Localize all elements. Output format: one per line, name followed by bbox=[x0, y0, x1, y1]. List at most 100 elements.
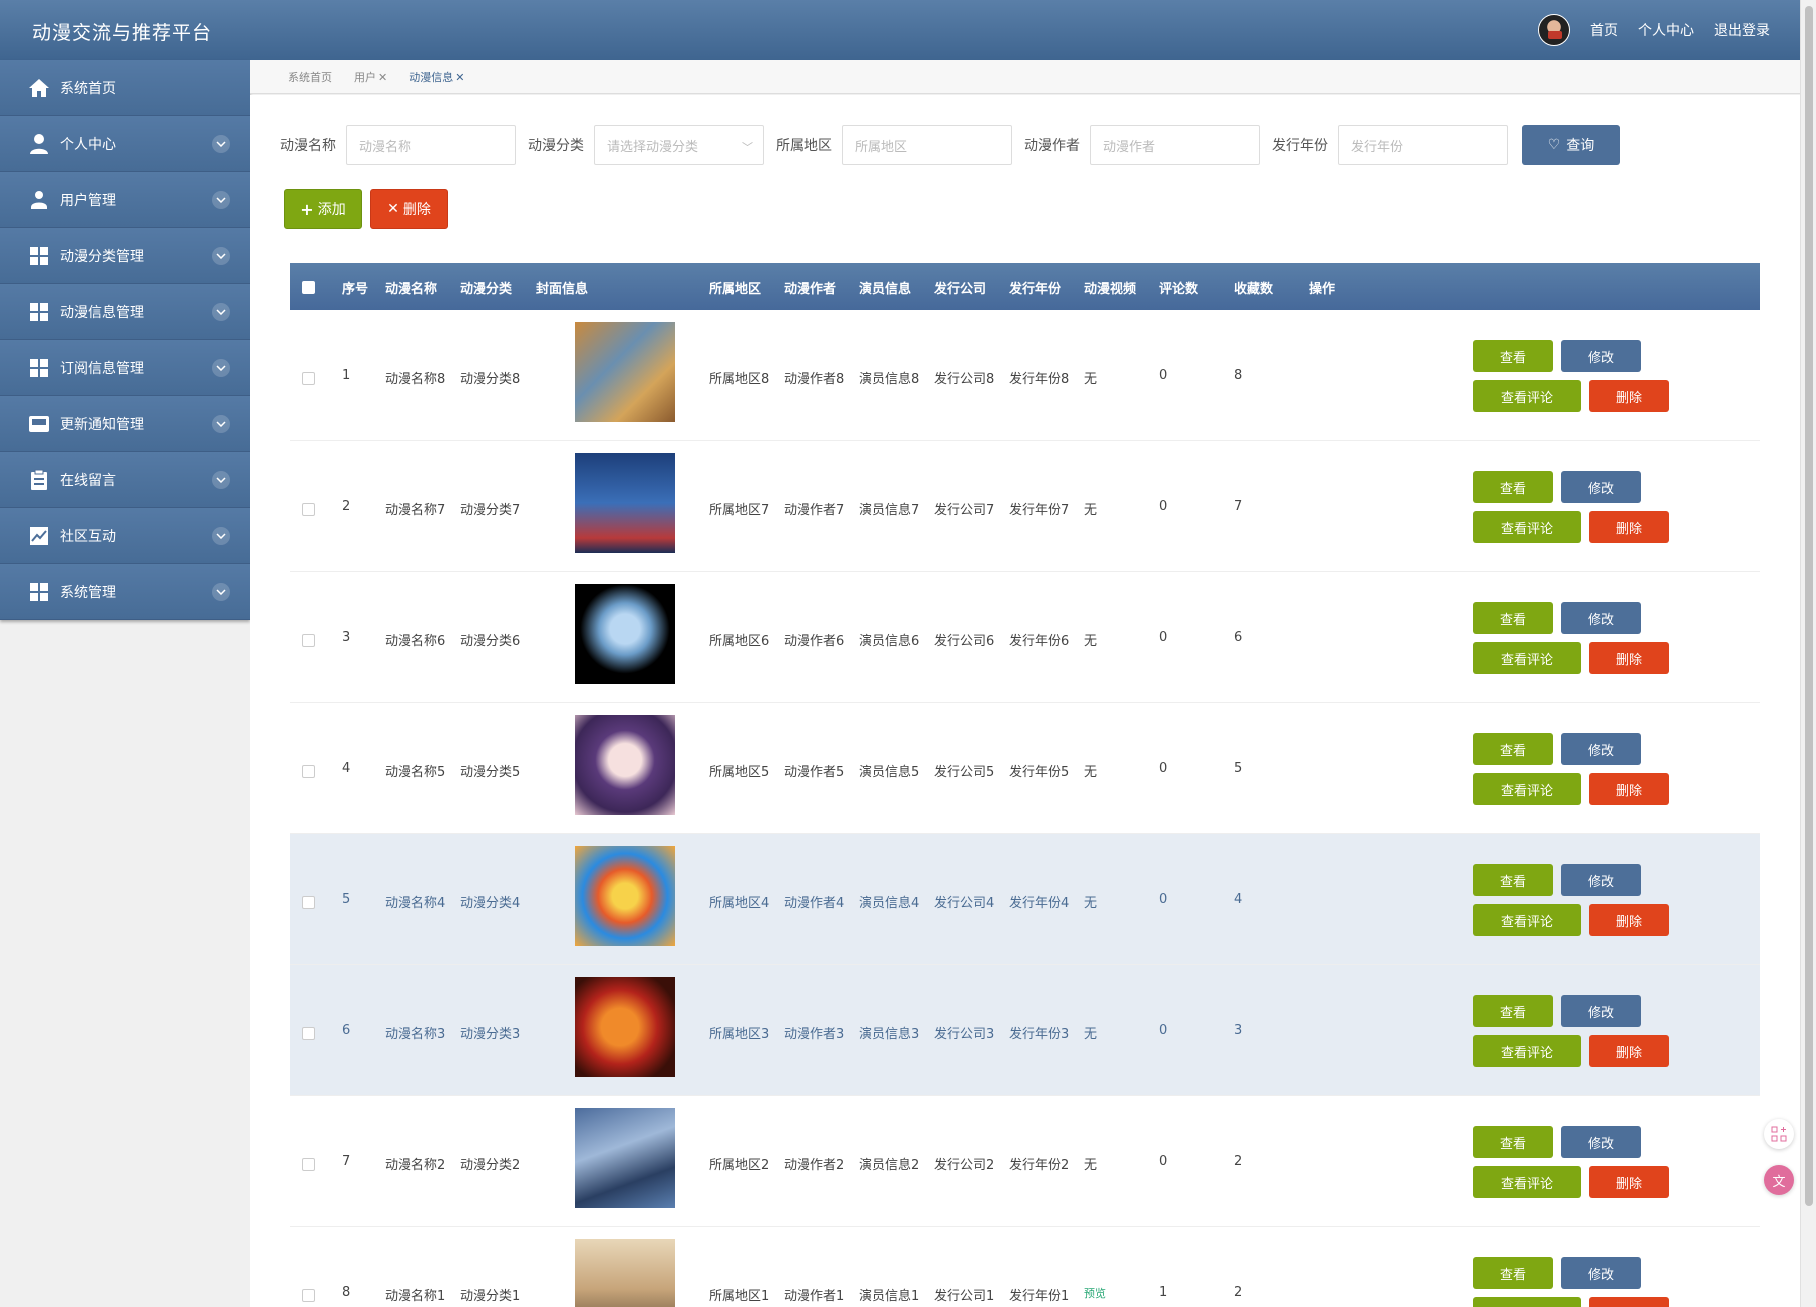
cell-author: 动漫作者3 bbox=[784, 1027, 845, 1042]
row-checkbox[interactable] bbox=[302, 634, 315, 647]
apps-icon[interactable] bbox=[1764, 1119, 1794, 1149]
delete-row-button[interactable]: 删除 bbox=[1589, 511, 1669, 543]
view-button[interactable]: 查看 bbox=[1473, 471, 1553, 503]
sidebar-item-anime-info[interactable]: 动漫信息管理 bbox=[0, 284, 250, 340]
cell-region: 所属地区3 bbox=[709, 1027, 770, 1042]
name-input[interactable]: 动漫名称 bbox=[346, 125, 516, 165]
user-icon bbox=[28, 133, 50, 155]
view-button[interactable]: 查看 bbox=[1473, 1126, 1553, 1158]
row-checkbox[interactable] bbox=[302, 1158, 315, 1171]
tab-home[interactable]: 系统首页 bbox=[288, 69, 332, 85]
row-checkbox[interactable] bbox=[302, 503, 315, 516]
avatar[interactable] bbox=[1538, 14, 1570, 46]
view-comments-button[interactable]: 查看评论 bbox=[1473, 904, 1581, 936]
view-comments-button[interactable]: 查看评论 bbox=[1473, 773, 1581, 805]
delete-row-button[interactable]: 删除 bbox=[1589, 1035, 1669, 1067]
chevron-down-icon[interactable] bbox=[212, 359, 230, 377]
sidebar-item-system[interactable]: 系统管理 bbox=[0, 564, 250, 620]
view-comments-button[interactable]: 查看评论 bbox=[1473, 380, 1581, 412]
close-icon[interactable]: ✕ bbox=[455, 71, 464, 84]
category-select[interactable]: 请选择动漫分类 ﹀ bbox=[594, 125, 764, 165]
sidebar-item-home[interactable]: 系统首页 bbox=[0, 60, 250, 116]
cell-category: 动漫分类4 bbox=[460, 896, 521, 911]
table-row: 1 动漫名称8 动漫分类8 所属地区8 动漫作者8 演员信息8 发行公司8 发行年份8 无 0 8 查… bbox=[290, 310, 1760, 441]
tab-anime-info[interactable]: 动漫信息 ✕ bbox=[409, 69, 464, 85]
view-button[interactable]: 查看 bbox=[1473, 602, 1553, 634]
cell-video[interactable]: 预览 bbox=[1084, 1285, 1106, 1301]
view-comments-button[interactable]: 查看评论 bbox=[1473, 1166, 1581, 1198]
add-button[interactable]: + 添加 bbox=[284, 189, 362, 229]
query-button[interactable]: ♡ 查询 bbox=[1522, 125, 1620, 165]
select-all-checkbox[interactable] bbox=[302, 281, 315, 294]
region-input[interactable]: 所属地区 bbox=[842, 125, 1012, 165]
year-input[interactable]: 发行年份 bbox=[1338, 125, 1508, 165]
cell-year: 发行年份8 bbox=[1009, 372, 1070, 387]
edit-button[interactable]: 修改 bbox=[1561, 864, 1641, 896]
sidebar-item-users[interactable]: 用户管理 bbox=[0, 172, 250, 228]
delete-row-button[interactable]: 删除 bbox=[1589, 642, 1669, 674]
edit-button[interactable]: 修改 bbox=[1561, 602, 1641, 634]
logout-link[interactable]: 退出登录 bbox=[1714, 20, 1770, 40]
view-comments-button[interactable]: 查看评论 bbox=[1473, 1035, 1581, 1067]
delete-row-button[interactable]: 删除 bbox=[1589, 1297, 1669, 1307]
sidebar-item-subscriptions[interactable]: 订阅信息管理 bbox=[0, 340, 250, 396]
view-button[interactable]: 查看 bbox=[1473, 864, 1553, 896]
edit-button[interactable]: 修改 bbox=[1561, 1126, 1641, 1158]
view-button[interactable]: 查看 bbox=[1473, 1257, 1553, 1289]
chevron-down-icon[interactable] bbox=[212, 303, 230, 321]
delete-button[interactable]: ✕ 删除 bbox=[370, 189, 448, 229]
cell-index: 1 bbox=[342, 368, 351, 383]
profile-link[interactable]: 个人中心 bbox=[1638, 20, 1694, 40]
view-comments-button[interactable]: 查看评论 bbox=[1473, 642, 1581, 674]
edit-button[interactable]: 修改 bbox=[1561, 733, 1641, 765]
chevron-down-icon[interactable] bbox=[212, 247, 230, 265]
app-title: 动漫交流与推荐平台 bbox=[32, 22, 213, 44]
cell-favorites: 3 bbox=[1234, 1023, 1243, 1038]
chevron-down-icon[interactable] bbox=[212, 583, 230, 601]
delete-row-button[interactable]: 删除 bbox=[1589, 904, 1669, 936]
sidebar-item-label: 订阅信息管理 bbox=[60, 360, 144, 377]
sidebar-item-notifications[interactable]: 更新通知管理 bbox=[0, 396, 250, 452]
edit-button[interactable]: 修改 bbox=[1561, 1257, 1641, 1289]
sidebar-item-community[interactable]: 社区互动 bbox=[0, 508, 250, 564]
cell-company: 发行公司1 bbox=[934, 1289, 995, 1304]
sidebar-item-messages[interactable]: 在线留言 bbox=[0, 452, 250, 508]
cell-comments: 0 bbox=[1159, 761, 1168, 776]
view-button[interactable]: 查看 bbox=[1473, 340, 1553, 372]
cell-favorites: 2 bbox=[1234, 1154, 1243, 1169]
scrollbar-thumb[interactable] bbox=[1805, 6, 1813, 1206]
close-icon[interactable]: ✕ bbox=[378, 71, 387, 84]
sidebar-item-profile[interactable]: 个人中心 bbox=[0, 116, 250, 172]
chevron-down-icon[interactable] bbox=[212, 527, 230, 545]
scrollbar[interactable] bbox=[1800, 0, 1816, 1307]
view-button[interactable]: 查看 bbox=[1473, 733, 1553, 765]
tab-user[interactable]: 用户 ✕ bbox=[354, 69, 387, 85]
cell-comments: 0 bbox=[1159, 1023, 1168, 1038]
row-checkbox[interactable] bbox=[302, 896, 315, 909]
row-checkbox[interactable] bbox=[302, 1289, 315, 1302]
row-checkbox[interactable] bbox=[302, 372, 315, 385]
view-comments-button[interactable]: 查看评论 bbox=[1473, 511, 1581, 543]
chevron-down-icon[interactable] bbox=[212, 191, 230, 209]
cell-company: 发行公司4 bbox=[934, 896, 995, 911]
cell-category: 动漫分类6 bbox=[460, 634, 521, 649]
delete-row-button[interactable]: 删除 bbox=[1589, 773, 1669, 805]
view-button[interactable]: 查看 bbox=[1473, 995, 1553, 1027]
edit-button[interactable]: 修改 bbox=[1561, 995, 1641, 1027]
home-link[interactable]: 首页 bbox=[1590, 20, 1618, 40]
chevron-down-icon[interactable] bbox=[212, 135, 230, 153]
author-input[interactable]: 动漫作者 bbox=[1090, 125, 1260, 165]
grid-icon bbox=[28, 245, 50, 267]
edit-button[interactable]: 修改 bbox=[1561, 340, 1641, 372]
sidebar-item-anime-category[interactable]: 动漫分类管理 bbox=[0, 228, 250, 284]
edit-button[interactable]: 修改 bbox=[1561, 471, 1641, 503]
row-checkbox[interactable] bbox=[302, 765, 315, 778]
view-comments-button[interactable]: 查看评论 bbox=[1473, 1297, 1581, 1307]
delete-row-button[interactable]: 删除 bbox=[1589, 380, 1669, 412]
top-header: 动漫交流与推荐平台 首页 个人中心 退出登录 bbox=[0, 0, 1800, 60]
translate-icon[interactable]: 文 bbox=[1764, 1165, 1794, 1195]
row-checkbox[interactable] bbox=[302, 1027, 315, 1040]
chevron-down-icon[interactable] bbox=[212, 415, 230, 433]
delete-row-button[interactable]: 删除 bbox=[1589, 1166, 1669, 1198]
chevron-down-icon[interactable] bbox=[212, 471, 230, 489]
